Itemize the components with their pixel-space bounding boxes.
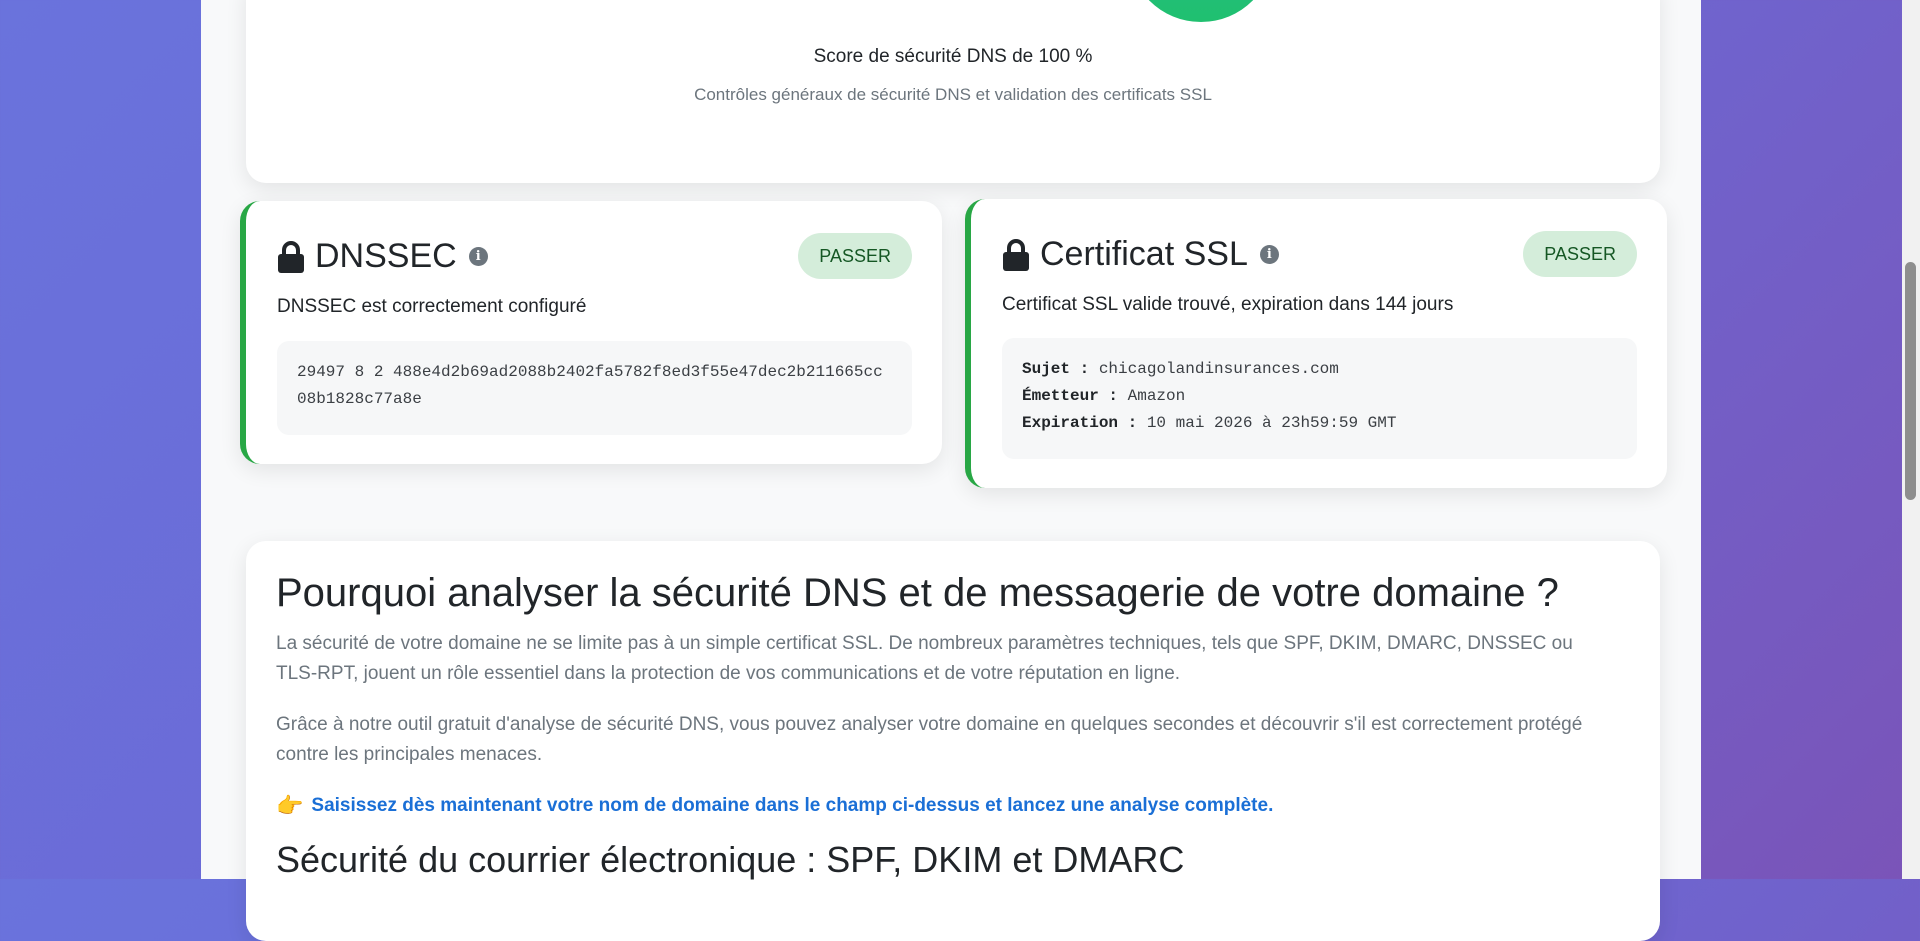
email-security-heading: Sécurité du courrier électronique : SPF,… [276,839,1185,880]
ssl-issuer-row: Émetteur : Amazon [1022,383,1617,410]
dnssec-title: DNSSEC [315,237,457,275]
status-badge: PASSER [798,233,912,279]
cta-link[interactable]: 👉 Saisissez dès maintenant votre nom de … [276,793,1273,819]
ssl-issuer-value: Amazon [1127,387,1186,405]
score-subtitle: Contrôles généraux de sécurité DNS et va… [694,85,1212,104]
info-icon[interactable]: i [1259,245,1279,264]
ssl-title: Certificat SSL [1040,235,1248,273]
ssl-expiry-label: Expiration : [1022,414,1138,432]
ssl-header: Certificat SSL i [1002,235,1279,274]
score-card: Score de sécurité DNS de 100 % Contrôles… [246,0,1660,183]
dnssec-header: DNSSEC i [277,237,488,276]
lock-icon [278,240,304,273]
ssl-subject-row: Sujet : chicagolandinsurances.com [1022,356,1617,383]
ssl-card: Certificat SSL i PASSER Certificat SSL v… [965,199,1667,488]
scrollbar-thumb[interactable] [1905,262,1916,500]
score-title: Score de sécurité DNS de 100 % [813,46,1093,67]
info-heading: Pourquoi analyser la sécurité DNS et de … [276,571,1559,615]
info-card: Pourquoi analyser la sécurité DNS et de … [246,541,1660,941]
ssl-expiry-value: 10 mai 2026 à 23h59:59 GMT [1146,414,1397,432]
ssl-description: Certificat SSL valide trouvé, expiration… [1002,294,1454,315]
dnssec-description: DNSSEC est correctement configuré [277,296,587,317]
cta-text: Saisissez dès maintenant votre nom de do… [311,795,1274,816]
info-icon[interactable]: i [468,247,488,266]
dnssec-record: 29497 8 2 488e4d2b69ad2088b2402fa5782f8e… [277,341,912,435]
info-paragraph: Grâce à notre outil gratuit d'analyse de… [276,714,1583,765]
pointing-hand-icon: 👉 [276,793,304,818]
dnssec-card: DNSSEC i PASSER DNSSEC est correctement … [240,201,942,464]
ssl-details: Sujet : chicagolandinsurances.com Émette… [1002,338,1637,459]
ssl-subject-label: Sujet : [1022,360,1090,378]
ssl-subject-value: chicagolandinsurances.com [1098,360,1339,378]
info-paragraph: La sécurité de votre domaine ne se limit… [276,633,1573,684]
ssl-issuer-label: Émetteur : [1022,387,1119,405]
lock-icon [1003,238,1029,271]
score-gauge [1128,0,1274,22]
status-badge: PASSER [1523,231,1637,277]
ssl-expiry-row: Expiration : 10 mai 2026 à 23h59:59 GMT [1022,410,1617,437]
